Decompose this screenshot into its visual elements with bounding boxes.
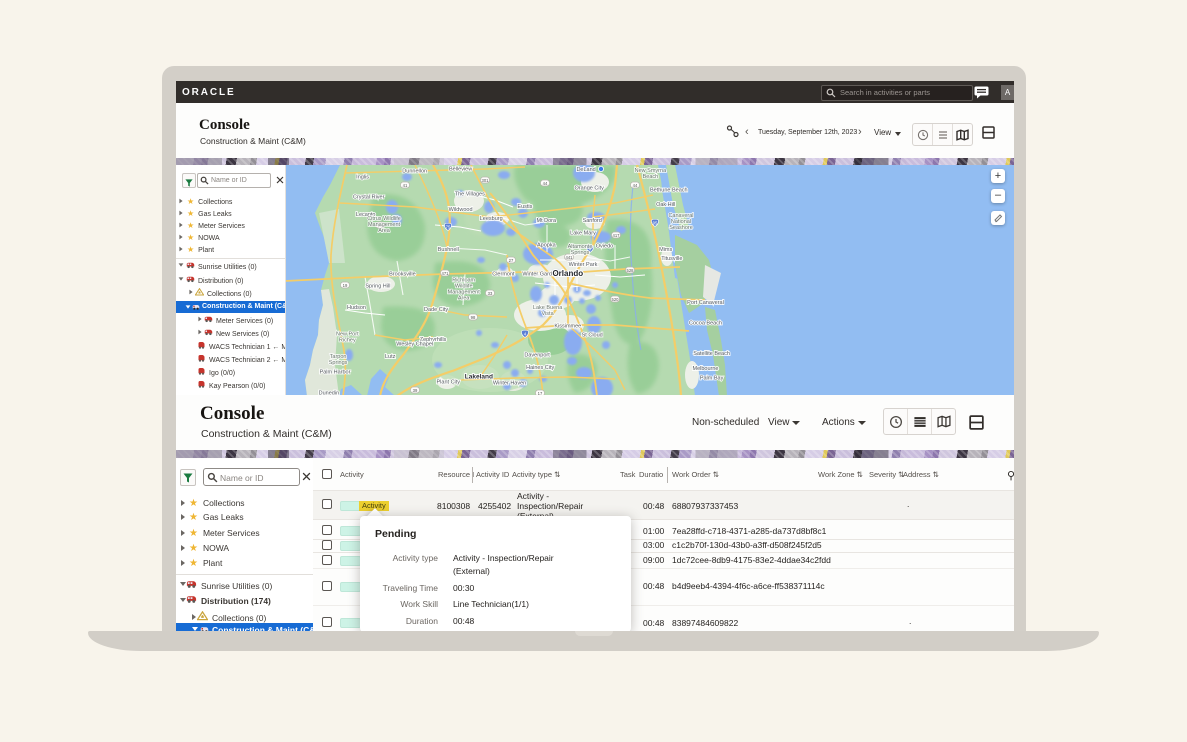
svg-text:Brooksville: Brooksville: [389, 271, 416, 277]
svg-text:471: 471: [442, 271, 450, 276]
svg-text:Wesley Chapel: Wesley Chapel: [396, 342, 433, 348]
svg-text:Area: Area: [458, 296, 471, 302]
svg-text:Crystal River: Crystal River: [353, 195, 385, 201]
svg-text:95: 95: [653, 221, 658, 226]
svg-text:27: 27: [509, 258, 514, 263]
svg-text:Inglis: Inglis: [356, 175, 369, 181]
svg-text:Plant City: Plant City: [437, 380, 461, 386]
svg-text:Bethune Beach: Bethune Beach: [650, 187, 688, 193]
svg-text:Orange City: Orange City: [575, 186, 605, 192]
svg-text:Richey: Richey: [339, 337, 356, 343]
svg-text:Belleview: Belleview: [449, 167, 472, 173]
svg-text:Kissimmee: Kissimmee: [554, 323, 581, 329]
svg-text:39: 39: [413, 388, 418, 393]
svg-text:98: 98: [471, 315, 476, 320]
svg-text:Wildwood: Wildwood: [449, 207, 473, 213]
svg-text:Lutz: Lutz: [385, 354, 396, 360]
svg-text:19: 19: [343, 283, 348, 288]
svg-text:Oviedo: Oviedo: [596, 244, 613, 250]
svg-text:528: 528: [627, 268, 635, 273]
svg-text:DeLand: DeLand: [576, 167, 595, 173]
svg-text:Oak Hill: Oak Hill: [656, 202, 675, 208]
svg-text:Sanford: Sanford: [583, 218, 602, 224]
svg-text:Beach: Beach: [643, 174, 659, 180]
svg-text:33: 33: [488, 291, 493, 296]
svg-text:Palm Harbor: Palm Harbor: [320, 369, 351, 375]
svg-text:Mt Dora: Mt Dora: [537, 218, 558, 224]
svg-text:Spring Hill: Spring Hill: [365, 284, 390, 290]
svg-text:301: 301: [482, 178, 490, 183]
svg-text:St Cloud: St Cloud: [582, 333, 603, 339]
svg-text:Cocoa Beach: Cocoa Beach: [689, 320, 722, 326]
svg-text:Titusville: Titusville: [661, 256, 682, 262]
svg-text:Dunedin: Dunedin: [319, 391, 340, 395]
svg-text:Dunnellon: Dunnellon: [402, 168, 427, 174]
svg-text:Seashore: Seashore: [669, 225, 693, 231]
svg-text:520: 520: [612, 297, 620, 302]
svg-text:Melbourne: Melbourne: [693, 366, 719, 372]
svg-text:Orlando: Orlando: [552, 269, 583, 278]
svg-text:Palm Bay: Palm Bay: [700, 375, 724, 381]
svg-text:75: 75: [446, 225, 451, 230]
svg-text:Vista: Vista: [542, 311, 555, 317]
svg-text:Winter Park: Winter Park: [569, 262, 598, 268]
svg-text:Lake Mary: Lake Mary: [570, 230, 596, 236]
svg-text:41: 41: [403, 183, 408, 188]
svg-text:Mims: Mims: [659, 247, 672, 253]
svg-text:Hudson: Hudson: [347, 305, 366, 311]
svg-text:Port Canaveral: Port Canaveral: [687, 300, 724, 306]
svg-text:Dade City: Dade City: [424, 307, 448, 313]
svg-text:Winter Haven: Winter Haven: [493, 380, 526, 386]
svg-text:Clermont: Clermont: [492, 271, 515, 277]
svg-text:The Villages: The Villages: [455, 192, 485, 198]
svg-text:Eustis: Eustis: [517, 204, 532, 210]
svg-text:Davenport: Davenport: [524, 353, 550, 359]
svg-text:44: 44: [543, 181, 548, 186]
svg-text:Lakeland: Lakeland: [465, 374, 493, 381]
svg-text:44: 44: [633, 183, 638, 188]
svg-text:Apopka: Apopka: [537, 243, 557, 249]
svg-text:Bushnell: Bushnell: [438, 247, 459, 253]
svg-text:17: 17: [538, 391, 543, 395]
svg-text:Springs: Springs: [329, 360, 348, 366]
svg-text:Springs: Springs: [571, 250, 590, 256]
svg-text:Satellite Beach: Satellite Beach: [693, 351, 730, 357]
svg-text:417: 417: [613, 233, 621, 238]
svg-text:Leesburg: Leesburg: [480, 216, 503, 222]
svg-text:Haines City: Haines City: [526, 365, 554, 371]
svg-text:Area: Area: [378, 228, 391, 234]
